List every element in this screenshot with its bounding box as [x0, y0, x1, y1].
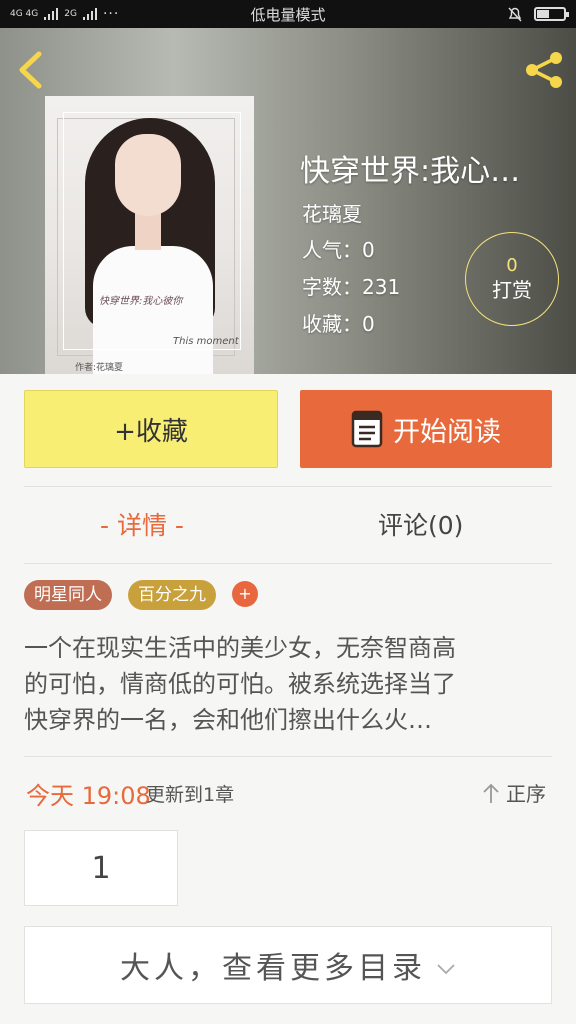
book-description[interactable]: 一个在现实生活中的美少女，无奈智商高 的可怕，情商低的可怕。被系统选择当了 快穿…	[24, 630, 552, 738]
divider	[24, 486, 552, 487]
start-reading-label: 开始阅读	[393, 416, 501, 448]
network-label-2g: 2G	[64, 9, 77, 19]
book-header: 快穿世界:我心彼你 This moment 作者:花璃夏 快穿世界:我心… 花璃…	[0, 28, 576, 374]
update-status: 更新到1章	[146, 784, 235, 806]
cover-frame	[63, 112, 241, 350]
chapter-item[interactable]: 1	[24, 830, 178, 906]
description-line: 快穿界的一名，会和他们擦出什么火…	[24, 706, 432, 734]
view-more-chapters-label: 大人，查看更多目录	[120, 951, 426, 986]
status-bar: 4G 4G 2G ··· 低电量模式	[0, 0, 576, 28]
tag-chip[interactable]: 百分之九	[128, 580, 216, 610]
chevron-down-icon	[437, 964, 455, 975]
status-bar-right	[506, 5, 569, 23]
description-line: 一个在现实生活中的美少女，无奈智商高	[24, 634, 456, 662]
reward-button[interactable]: 0 打赏	[465, 232, 559, 326]
tag-chip[interactable]: 明星同人	[24, 580, 112, 610]
signal-icon	[44, 8, 59, 20]
signal-icon-2	[82, 8, 97, 20]
description-line: 的可怕，情商低的可怕。被系统选择当了	[24, 670, 456, 698]
battery-icon	[534, 7, 569, 21]
reward-label: 打赏	[492, 278, 532, 302]
update-time: 今天 19:08	[26, 782, 151, 810]
add-tag-button[interactable]: +	[232, 581, 258, 607]
reward-count: 0	[506, 255, 518, 276]
sort-order-label: 正序	[506, 782, 546, 806]
cover-title-text: 快穿世界:我心彼你	[99, 296, 183, 307]
tab-details[interactable]: - 详情 -	[100, 506, 184, 546]
view-more-chapters-button[interactable]: 大人，查看更多目录	[24, 926, 552, 1004]
sort-order-button[interactable]: 正序	[482, 778, 546, 807]
cover-signature-text: This moment	[173, 336, 239, 347]
add-to-favorites-button[interactable]: +收藏	[24, 390, 278, 468]
network-label-4g: 4G 4G	[10, 9, 39, 19]
arrow-up-icon	[483, 783, 499, 803]
favorites-stat: 收藏：0	[302, 312, 375, 336]
chapter-number: 1	[91, 850, 111, 886]
mute-bell-icon	[508, 7, 522, 22]
back-arrow-icon[interactable]	[14, 50, 48, 90]
book-title: 快穿世界:我心…	[300, 154, 521, 189]
book-icon	[351, 410, 383, 448]
book-author[interactable]: 花璃夏	[302, 198, 362, 227]
start-reading-button[interactable]: 开始阅读	[300, 390, 552, 468]
word-count-stat: 字数：231	[302, 275, 401, 299]
cover-author-text: 作者:花璃夏	[75, 363, 124, 373]
battery-fill	[537, 10, 549, 18]
book-cover: 快穿世界:我心彼你 This moment 作者:花璃夏	[45, 96, 254, 374]
share-icon[interactable]	[522, 50, 566, 90]
divider	[24, 756, 552, 757]
add-to-favorites-label: +收藏	[114, 416, 188, 447]
popularity-stat: 人气：0	[302, 238, 375, 262]
status-bar-network: 4G 4G 2G ···	[10, 6, 119, 22]
divider	[24, 563, 552, 564]
more-dots: ···	[102, 6, 120, 22]
tab-comments[interactable]: 评论(0)	[378, 506, 463, 546]
